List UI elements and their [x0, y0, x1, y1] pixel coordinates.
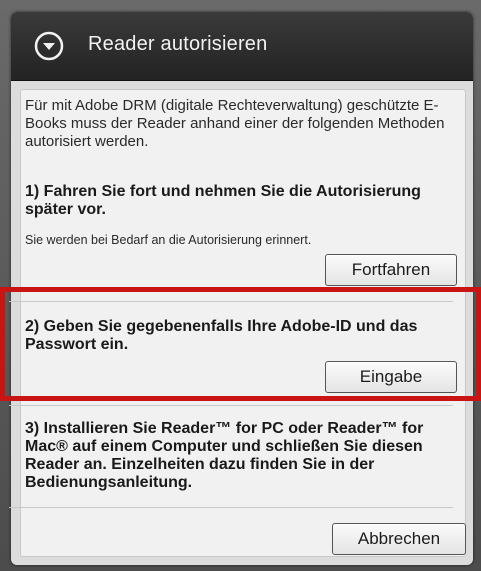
option-1-note: Sie werden bei Bedarf an die Autorisieru… [25, 233, 312, 247]
highlight-frame-left-edge [0, 287, 5, 401]
highlight-frame [0, 287, 481, 401]
intro-text: Für mit Adobe DRM (digitale Rechteverwal… [25, 97, 445, 150]
separator [9, 405, 453, 406]
continue-button[interactable]: Fortfahren [325, 254, 457, 286]
cancel-button[interactable]: Abbrechen [332, 523, 466, 555]
dialog-title: Reader autorisieren [88, 33, 268, 55]
option-1-heading: 1) Fahren Sie fort und nehmen Sie die Au… [25, 183, 421, 218]
separator [9, 507, 453, 508]
chevron-down-circle-icon[interactable] [34, 31, 64, 61]
option-3-text: 3) Installieren Sie Reader™ for PC oder … [25, 420, 424, 491]
dialog-titlebar: Reader autorisieren [11, 12, 473, 81]
